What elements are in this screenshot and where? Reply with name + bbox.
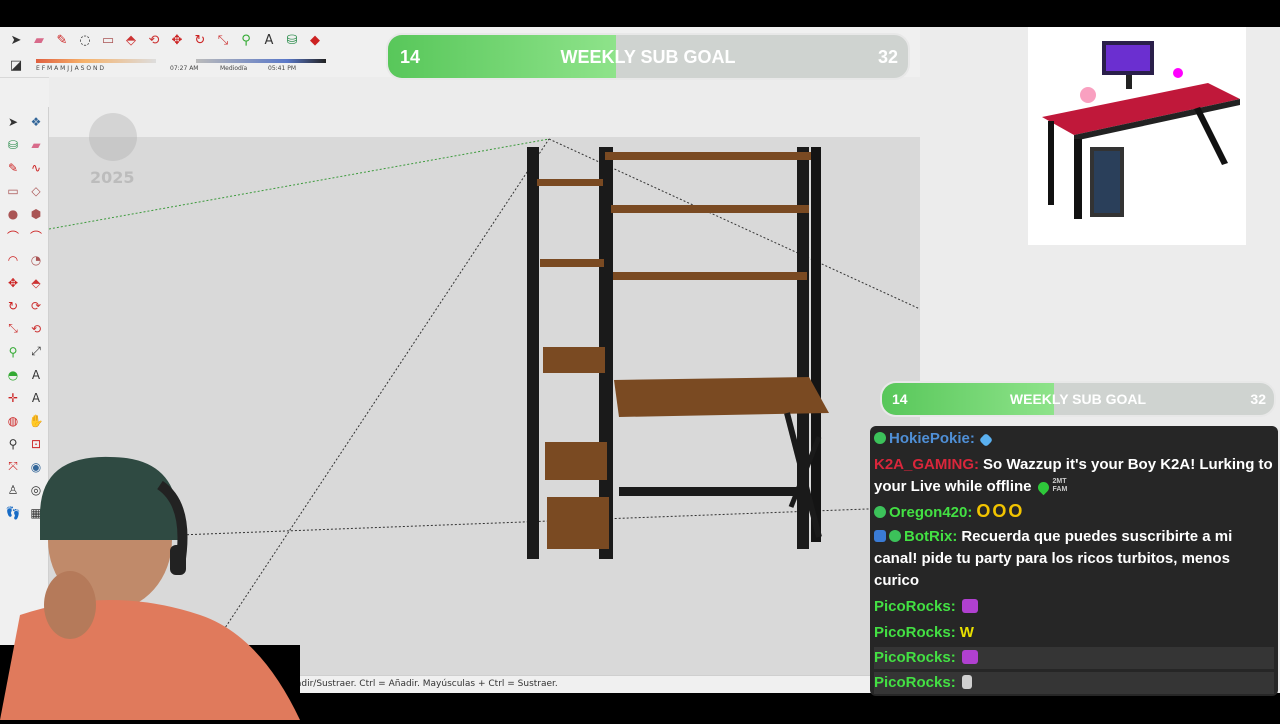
select-tool-icon[interactable]: ➤ xyxy=(2,111,24,132)
rectangle-icon[interactable]: ▭ xyxy=(98,30,118,50)
weekly-sub-goal-bottom: 14 WEEKLY SUB GOAL 32 xyxy=(880,381,1276,417)
axes-tool-icon[interactable]: ✛ xyxy=(2,387,24,408)
bot-badge-icon xyxy=(874,530,886,542)
diamond-emote-icon xyxy=(978,432,993,448)
sub-badge-icon xyxy=(874,432,886,444)
make-component-icon[interactable]: ❖ xyxy=(25,111,47,132)
paint-tool-icon[interactable]: ⛁ xyxy=(2,134,24,155)
shadow-settings[interactable]: E F M A M J J A S O N D 07:27 AM Mediodí… xyxy=(30,57,326,73)
circle-emotes: OOO xyxy=(976,501,1025,521)
eraser-small-icon[interactable]: ◪ xyxy=(6,55,26,75)
w-emote-icon: W xyxy=(959,624,974,641)
hand-emote-icon xyxy=(961,675,972,689)
rectangle-tool-icon[interactable]: ▭ xyxy=(2,180,24,201)
2025-watermark-seal: 2025 xyxy=(86,107,140,217)
watermark-year: 2025 xyxy=(90,168,135,187)
chat-box[interactable]: HokiePokie: K2A_GAMING: So Wazzup it's yo… xyxy=(870,426,1278,696)
chat-username[interactable]: PicoRocks: xyxy=(874,624,956,641)
chat-message: Oregon420: OOO xyxy=(874,500,1274,524)
goal-title: WEEKLY SUB GOAL xyxy=(560,47,736,67)
purple-emote-icon xyxy=(961,599,978,613)
shadow-time-end: 05:41 PM xyxy=(268,65,296,72)
chat-message: PicoRocks: xyxy=(874,672,1274,694)
polygon-tool-icon[interactable]: ⬢ xyxy=(25,203,47,224)
top-black-bar xyxy=(0,0,1280,27)
two-point-arc-icon[interactable]: ⌒ xyxy=(25,226,47,247)
goal-target: 32 xyxy=(877,47,898,67)
goal-target-bottom: 32 xyxy=(1250,391,1266,407)
green-heart-emote-icon xyxy=(1035,479,1051,496)
protractor-icon[interactable]: ◓ xyxy=(2,364,24,385)
line-tool-icon[interactable]: ✎ xyxy=(2,157,24,178)
chat-message: PicoRocks: W xyxy=(874,622,1274,644)
warehouse-icon[interactable]: ◆ xyxy=(305,30,325,50)
chat-message: PicoRocks: xyxy=(874,647,1274,669)
chat-message: HokiePokie: xyxy=(874,428,1274,450)
shadow-months: E F M A M J J A S O N D xyxy=(36,65,104,72)
purple-emote-icon xyxy=(961,650,978,664)
eraser-icon[interactable]: ▰ xyxy=(29,30,49,50)
text-icon[interactable]: A xyxy=(259,30,279,50)
select-arrow-icon[interactable]: ➤ xyxy=(6,30,26,50)
chat-message: K2A_GAMING: So Wazzup it's your Boy K2A! … xyxy=(874,454,1274,498)
month-slider[interactable] xyxy=(36,59,156,63)
goal-title-bottom: WEEKLY SUB GOAL xyxy=(1009,391,1147,407)
pencil-icon[interactable]: ✎ xyxy=(52,30,72,50)
push-pull-tool-icon[interactable]: ⬘ xyxy=(25,272,47,293)
shelf-model xyxy=(527,147,829,559)
chat-username[interactable]: HokiePokie: xyxy=(889,430,975,447)
sub-badge-icon xyxy=(889,530,901,542)
sub-badge-icon xyxy=(874,506,886,518)
chat-username[interactable]: PicoRocks: xyxy=(874,649,956,666)
chat-username[interactable]: PicoRocks: xyxy=(874,674,956,691)
pan-tool-icon[interactable]: ✋ xyxy=(25,410,47,431)
tape-tool-icon[interactable]: ⚲ xyxy=(2,341,24,362)
gaming-desk-product-image xyxy=(1028,27,1246,245)
chat-username[interactable]: PicoRocks: xyxy=(874,598,956,615)
push-pull-icon[interactable]: ⬘ xyxy=(121,30,141,50)
chat-message: PicoRocks: xyxy=(874,596,1274,618)
freehand-tool-icon[interactable]: ∿ xyxy=(25,157,47,178)
chat-message: BotRix: Recuerda que puedes suscribirte a… xyxy=(874,526,1274,592)
circle-tool-icon[interactable]: ● xyxy=(2,203,24,224)
move-icon[interactable]: ✥ xyxy=(167,30,187,50)
follow-me-icon[interactable]: ⟳ xyxy=(25,295,47,316)
text-tool-icon[interactable]: A xyxy=(25,364,47,385)
shadow-time-start: 07:27 AM xyxy=(170,65,199,72)
scale-icon[interactable]: ⤡ xyxy=(213,30,233,50)
2mt-fam-emote: 2MT FAM xyxy=(1052,478,1068,493)
lasso-icon[interactable]: ◌ xyxy=(75,30,95,50)
status-hint: Añadir/Sustraer. Ctrl = Añadir. Mayúscul… xyxy=(284,679,558,689)
orbit-tool-icon[interactable]: ◍ xyxy=(2,410,24,431)
offset-icon[interactable]: ⟲ xyxy=(144,30,164,50)
eraser-tool-icon[interactable]: ▰ xyxy=(25,134,47,155)
chat-username[interactable]: K2A_GAMING: xyxy=(874,456,979,473)
chat-username[interactable]: BotRix: xyxy=(904,528,957,545)
paint-bucket-icon[interactable]: ⛁ xyxy=(282,30,302,50)
streamer-webcam xyxy=(0,445,300,720)
rotate-icon[interactable]: ↻ xyxy=(190,30,210,50)
rotate-tool-icon[interactable]: ↻ xyxy=(2,295,24,316)
pie-tool-icon[interactable]: ◔ xyxy=(25,249,47,270)
three-point-arc-icon[interactable]: ◠ xyxy=(2,249,24,270)
offset-tool-icon[interactable]: ⟲ xyxy=(25,318,47,339)
tape-measure-icon[interactable]: ⚲ xyxy=(236,30,256,50)
shadow-time-middle: Mediodía xyxy=(220,65,248,72)
rotated-rect-tool-icon[interactable]: ◇ xyxy=(25,180,47,201)
move-tool-icon[interactable]: ✥ xyxy=(2,272,24,293)
chat-username[interactable]: Oregon420: xyxy=(889,504,972,521)
arc-tool-icon[interactable]: ⌒ xyxy=(2,226,24,247)
weekly-sub-goal-top: 14 WEEKLY SUB GOAL 32 xyxy=(386,33,910,80)
time-slider[interactable] xyxy=(196,59,326,63)
dimension-tool-icon[interactable]: ⤢ xyxy=(25,341,47,362)
scale-tool-icon[interactable]: ⤡ xyxy=(2,318,24,339)
3d-text-icon[interactable]: A xyxy=(25,387,47,408)
